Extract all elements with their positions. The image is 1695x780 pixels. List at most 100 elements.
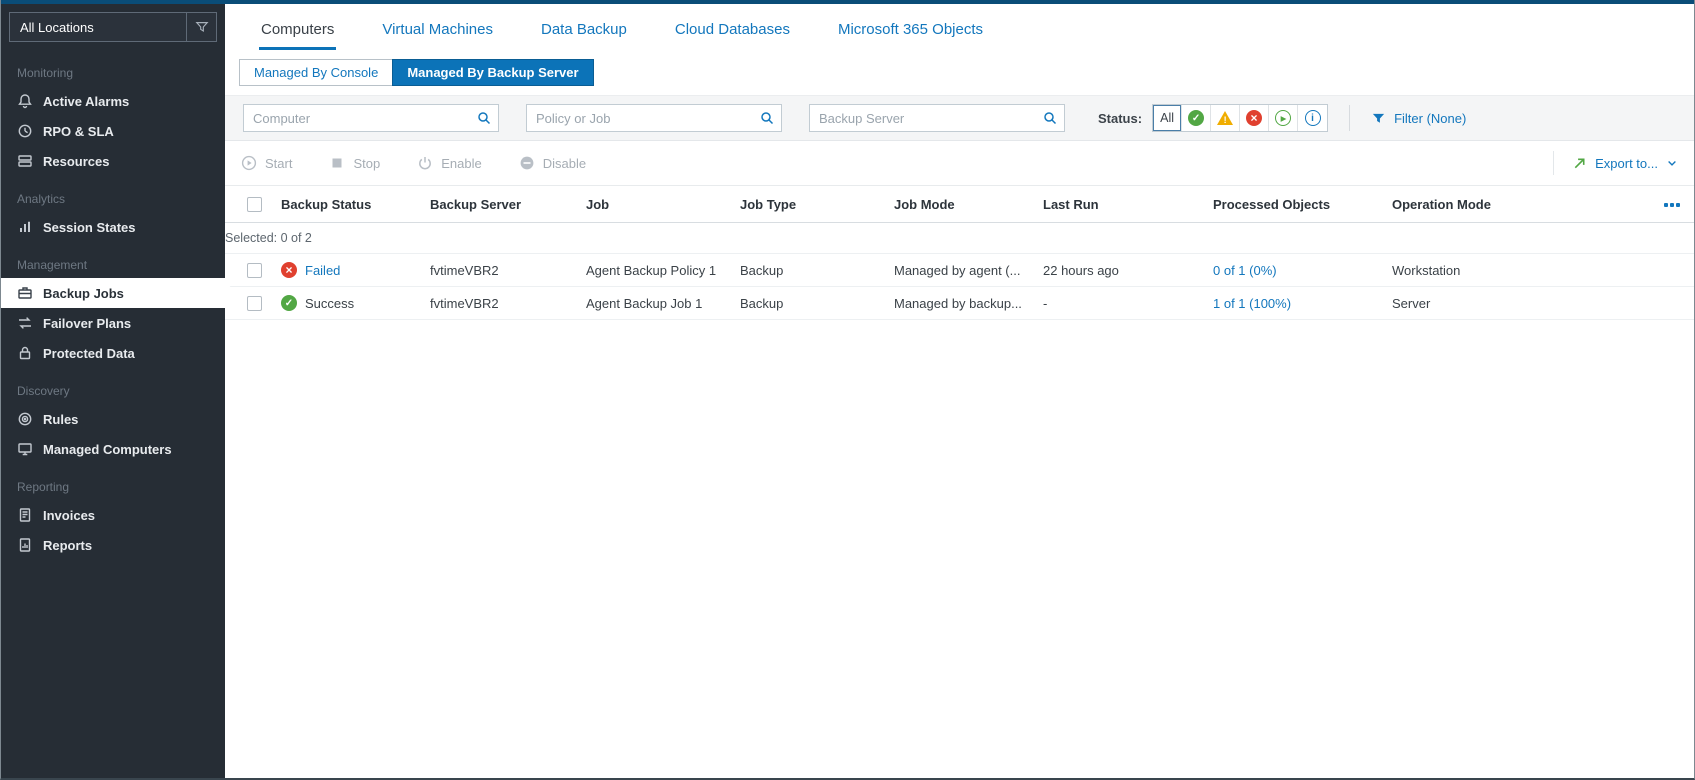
power-icon <box>419 157 432 170</box>
column-header-processed-objects[interactable]: Processed Objects <box>1213 184 1392 224</box>
select-all-checkbox[interactable] <box>247 197 262 213</box>
column-header-backup-status[interactable]: Backup Status <box>281 184 430 224</box>
column-header-job-mode[interactable]: Job Mode <box>894 184 1043 224</box>
select-all-cell <box>225 184 281 224</box>
selection-summary-row: Selected: 0 of 2 <box>225 222 1694 255</box>
status-text: Success <box>305 295 355 311</box>
tab-computers[interactable]: Computers <box>259 8 337 50</box>
sidebar-item-failover-plans[interactable]: Failover Plans <box>1 308 225 338</box>
status-success-button[interactable] <box>1182 105 1212 131</box>
processed-objects-link[interactable]: 0 of 1 (0%) <box>1213 263 1277 278</box>
filter-none-button[interactable]: Filter (None) <box>1371 111 1466 126</box>
enable-button[interactable]: Enable <box>417 155 482 171</box>
status-link[interactable]: Failed <box>305 263 340 278</box>
sidebar-item-session-states[interactable]: Session States <box>1 212 225 242</box>
main-content: Computers Virtual Machines Data Backup C… <box>225 4 1694 778</box>
minus-circle-icon <box>520 156 534 170</box>
computer-search-input[interactable] <box>243 104 499 132</box>
failover-arrows-icon <box>17 315 33 331</box>
radar-icon <box>17 411 33 427</box>
sidebar-item-resources[interactable]: Resources <box>1 146 225 176</box>
briefcase-icon <box>17 285 33 301</box>
row-checkbox[interactable] <box>247 263 262 279</box>
export-label: Export to... <box>1595 155 1658 171</box>
sidebar-item-active-alarms[interactable]: Active Alarms <box>1 86 225 116</box>
sidebar-item-label: Backup Jobs <box>43 285 124 301</box>
tab-cloud-databases[interactable]: Cloud Databases <box>673 8 792 50</box>
sidebar-item-rpo-sla[interactable]: RPO & SLA <box>1 116 225 146</box>
app-window: All Locations Monitoring Active Alarms R… <box>0 0 1695 780</box>
sidebar-section-reporting: Reporting <box>17 480 70 494</box>
column-header-backup-server[interactable]: Backup Server <box>430 184 586 224</box>
subtab-managed-by-console[interactable]: Managed By Console <box>239 59 394 86</box>
location-filter-icon[interactable] <box>186 13 216 41</box>
table-row[interactable]: Failed fvtimeVBR2 Agent Backup Policy 1 … <box>225 253 1694 288</box>
bar-chart-icon <box>17 219 33 235</box>
gauge-icon <box>17 123 33 139</box>
status-info-button[interactable] <box>1298 105 1327 131</box>
sidebar-item-protected-data[interactable]: Protected Data <box>1 338 225 368</box>
report-icon <box>17 537 33 553</box>
column-header-job[interactable]: Job <box>586 184 740 224</box>
column-header-operation-mode[interactable]: Operation Mode <box>1392 184 1546 224</box>
policy-job-search <box>526 104 782 132</box>
tab-data-backup[interactable]: Data Backup <box>539 8 629 50</box>
tab-microsoft-365-objects[interactable]: Microsoft 365 Objects <box>836 8 985 50</box>
backup-server-search <box>809 104 1065 132</box>
sidebar-section-monitoring: Monitoring <box>17 66 74 80</box>
column-header-last-run[interactable]: Last Run <box>1043 184 1213 224</box>
stop-button[interactable]: Stop <box>329 155 380 171</box>
bell-icon <box>17 93 33 109</box>
sidebar-item-reports[interactable]: Reports <box>1 530 225 560</box>
disable-button[interactable]: Disable <box>519 155 586 171</box>
lock-icon <box>17 345 33 361</box>
status-warning-button[interactable] <box>1211 105 1241 131</box>
backup-server-search-input[interactable] <box>809 104 1065 132</box>
tab-virtual-machines[interactable]: Virtual Machines <box>380 8 495 50</box>
cell-job-mode: Managed by agent (... <box>894 253 1043 288</box>
sidebar-section-management: Management <box>17 258 88 272</box>
status-failed-button[interactable] <box>1240 105 1270 131</box>
sidebar-section-discovery: Discovery <box>17 384 70 398</box>
sidebar-item-backup-jobs[interactable]: Backup Jobs <box>1 278 225 308</box>
sidebar-item-label: Active Alarms <box>43 93 130 109</box>
monitor-icon <box>17 441 33 457</box>
table-header-row: Backup Status Backup Server Job Job Type… <box>225 184 1694 224</box>
failed-status-icon <box>281 262 297 279</box>
enable-label: Enable <box>441 155 482 171</box>
sidebar-item-label: Rules <box>43 411 79 427</box>
status-running-button[interactable] <box>1269 105 1299 131</box>
location-selector[interactable]: All Locations <box>9 12 217 42</box>
computer-search <box>243 104 499 132</box>
column-chooser-cell <box>1546 184 1694 224</box>
chevron-down-icon <box>1668 161 1676 166</box>
search-icon <box>476 110 492 126</box>
policy-job-search-input[interactable] <box>526 104 782 132</box>
sidebar-item-label: Session States <box>43 219 136 235</box>
sidebar-item-rules[interactable]: Rules <box>1 404 225 434</box>
job-actions-toolbar: Start Stop Enable Disable Export to... <box>225 141 1694 185</box>
start-button[interactable]: Start <box>241 155 292 171</box>
filter-bar: Status: All Filter (None) <box>225 95 1694 141</box>
running-circle-icon <box>1275 110 1292 126</box>
selection-summary: Selected: 0 of 2 <box>225 222 1694 255</box>
cell-backup-server: fvtimeVBR2 <box>430 253 586 288</box>
sidebar-item-label: Protected Data <box>43 345 135 361</box>
cell-job-type: Backup <box>740 253 894 288</box>
status-all-button[interactable]: All <box>1153 105 1183 131</box>
error-circle-icon <box>1246 110 1263 126</box>
warning-triangle-icon <box>1217 111 1234 125</box>
sidebar-item-invoices[interactable]: Invoices <box>1 500 225 530</box>
row-checkbox[interactable] <box>247 296 262 312</box>
sidebar-item-managed-computers[interactable]: Managed Computers <box>1 434 225 464</box>
cell-job-type: Backup <box>740 286 894 321</box>
export-button[interactable]: Export to... <box>1572 156 1678 171</box>
table-row[interactable]: Success fvtimeVBR2 Agent Backup Job 1 Ba… <box>225 286 1694 321</box>
column-chooser-icon[interactable] <box>1664 203 1680 208</box>
column-header-job-type[interactable]: Job Type <box>740 184 894 224</box>
play-circle-icon <box>241 155 257 171</box>
cell-job: Agent Backup Policy 1 <box>586 253 740 288</box>
subtab-managed-by-backup-server[interactable]: Managed By Backup Server <box>392 59 594 86</box>
processed-objects-link[interactable]: 1 of 1 (100%) <box>1213 296 1291 311</box>
sidebar-section-analytics: Analytics <box>17 192 66 206</box>
